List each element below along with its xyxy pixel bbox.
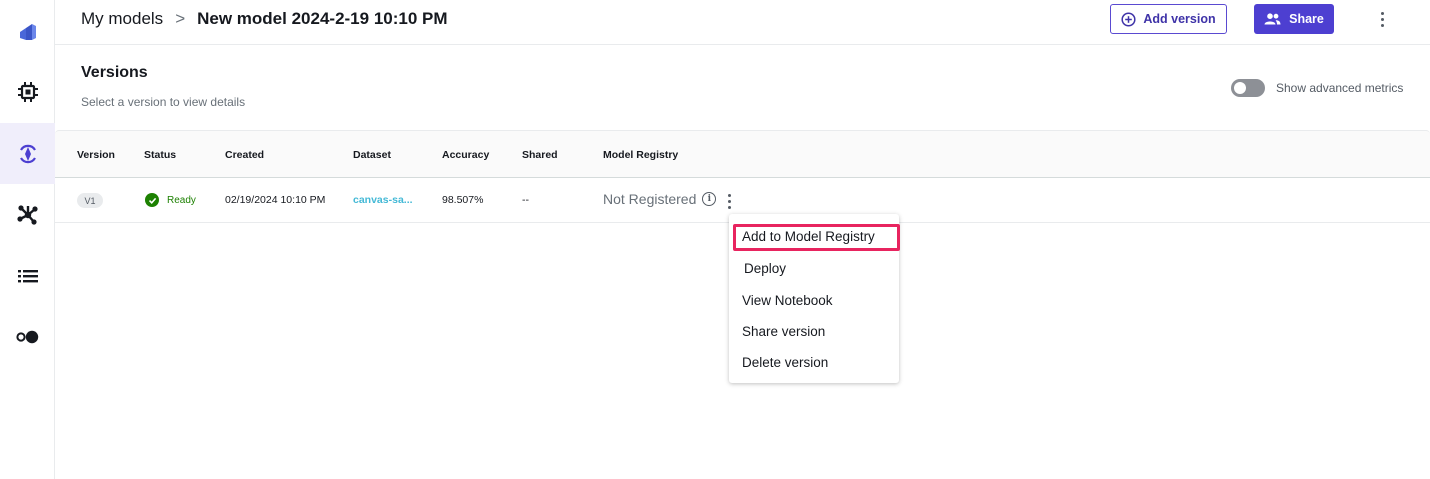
status-text: Ready — [167, 194, 196, 206]
more-options-kebab-icon[interactable] — [1373, 9, 1391, 29]
row-actions-menu: Add to Model Registry Deploy View Notebo… — [729, 214, 900, 383]
share-label: Share — [1289, 12, 1324, 26]
add-version-button[interactable]: Add version — [1110, 4, 1227, 34]
sidebar-item-ready-to-use-models[interactable] — [0, 61, 55, 122]
versions-table: Version Status Created Dataset Accuracy … — [55, 130, 1430, 223]
version-badge: V1 — [77, 193, 103, 208]
sidebar-item-datasets[interactable] — [0, 245, 55, 306]
col-version[interactable]: Version — [77, 149, 115, 161]
col-status[interactable]: Status — [144, 149, 176, 161]
canvas-logo[interactable] — [0, 0, 55, 61]
page-title: New model 2024-2-19 10:10 PM — [197, 9, 448, 28]
sidebar-item-ml-ops[interactable] — [0, 306, 55, 367]
canvas-logo-icon — [19, 23, 36, 40]
chip-icon — [17, 81, 38, 102]
col-created[interactable]: Created — [225, 149, 264, 161]
add-version-label: Add version — [1143, 12, 1216, 26]
menu-item-deploy[interactable]: Deploy — [744, 261, 786, 276]
page-header: My models > New model 2024-2-19 10:10 PM… — [55, 0, 1430, 45]
table-header: Version Status Created Dataset Accuracy … — [55, 130, 1430, 178]
dataset-link[interactable]: canvas-sa... — [353, 194, 413, 206]
advanced-metrics-label: Show advanced metrics — [1276, 81, 1404, 95]
advanced-metrics-toggle[interactable] — [1231, 79, 1265, 97]
advanced-metrics-toggle-group: Show advanced metrics — [1231, 79, 1403, 97]
info-icon[interactable]: i — [702, 192, 717, 206]
shared-cell: -- — [522, 194, 529, 206]
col-accuracy[interactable]: Accuracy — [442, 149, 489, 161]
versions-subtitle: Select a version to view details — [81, 95, 246, 109]
col-model-registry[interactable]: Model Registry — [603, 149, 678, 161]
menu-item-delete-version[interactable]: Delete version — [742, 355, 828, 370]
toggle-dots-icon — [15, 330, 38, 343]
row-actions-kebab-icon[interactable] — [724, 193, 734, 209]
col-dataset[interactable]: Dataset — [353, 149, 391, 161]
list-icon — [17, 269, 38, 282]
sidebar-item-data-wrangler[interactable] — [0, 184, 55, 245]
share-button[interactable]: Share — [1254, 4, 1334, 34]
status-badge: Ready — [145, 193, 196, 207]
menu-item-add-to-model-registry[interactable]: Add to Model Registry — [742, 229, 875, 244]
chevron-right-icon: > — [175, 9, 186, 28]
accuracy-cell: 98.507% — [442, 194, 484, 206]
sidebar-item-my-models[interactable] — [0, 123, 55, 184]
models-icon — [19, 144, 36, 163]
menu-item-view-notebook[interactable]: View Notebook — [742, 293, 833, 308]
registry-cell: Not Registered i — [603, 191, 717, 207]
versions-title: Versions — [81, 64, 148, 81]
nodes-icon — [16, 204, 38, 225]
created-cell: 02/19/2024 10:10 PM — [225, 194, 326, 206]
registry-status: Not Registered — [603, 191, 697, 207]
breadcrumb-parent[interactable]: My models — [81, 9, 163, 29]
breadcrumb: My models > New model 2024-2-19 10:10 PM — [81, 9, 448, 29]
check-icon — [145, 193, 159, 207]
sidebar — [0, 0, 55, 479]
plus-circle-icon — [1121, 11, 1136, 27]
col-shared[interactable]: Shared — [522, 149, 558, 161]
menu-item-share-version[interactable]: Share version — [742, 324, 825, 339]
users-icon — [1264, 13, 1281, 25]
